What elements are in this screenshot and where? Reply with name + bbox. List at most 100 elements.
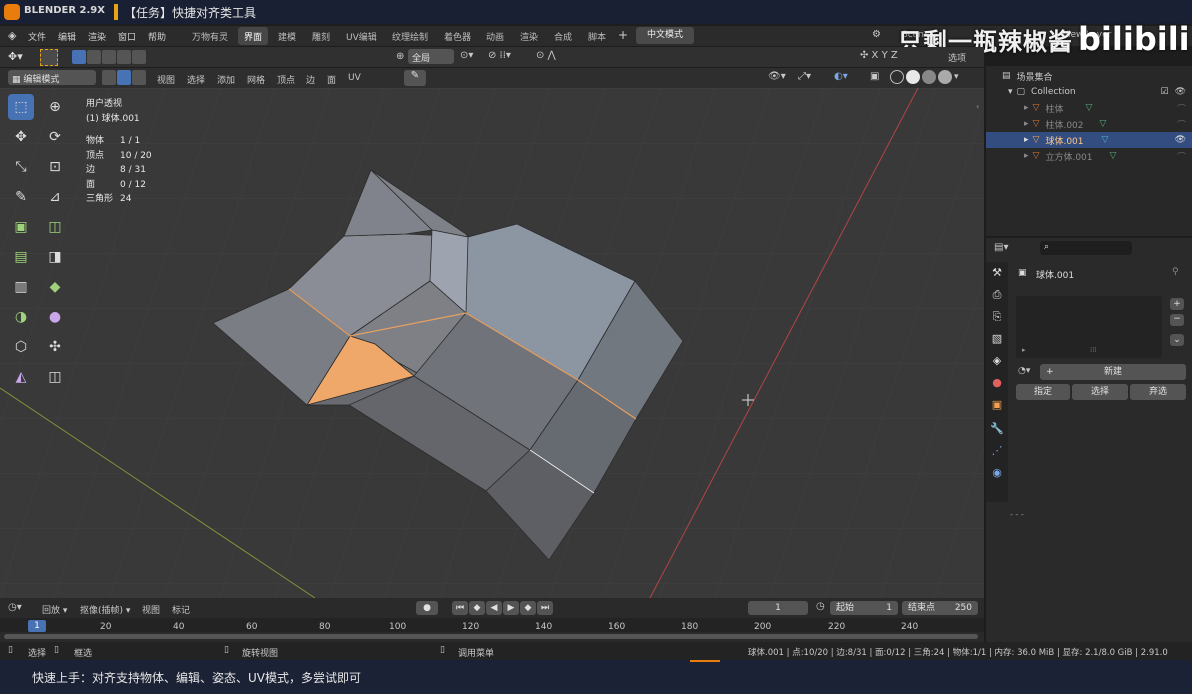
list-expand-icon[interactable]: ▸ (1022, 346, 1026, 354)
expand-icon[interactable]: ▸ (1024, 103, 1029, 113)
slot-menu-button[interactable]: ⌄ (1170, 334, 1184, 346)
object-tab-icon[interactable]: ▣ (986, 394, 1008, 418)
menu-face[interactable]: 面 (327, 73, 336, 86)
tab-workspace-3[interactable]: 雕刻 (306, 27, 336, 45)
play-icon[interactable]: ▶ (503, 601, 519, 615)
start-frame-field[interactable]: 起始 1 (830, 601, 898, 615)
marker-menu[interactable]: 标记 (172, 603, 190, 616)
transform-tool-icon[interactable]: ⊡ (42, 154, 68, 180)
list-resize-handle[interactable]: ⁞⁞⁞ (1090, 346, 1097, 354)
scene-tab-icon[interactable]: ◈ (986, 350, 1008, 372)
expand-icon[interactable]: ▸ (1024, 151, 1029, 161)
vertex-select-icon[interactable] (102, 70, 116, 85)
timeline-editor-icon[interactable]: ◷▾ (8, 602, 22, 613)
options-dropdown[interactable]: 选项 (948, 51, 966, 64)
sidebar-toggle-icon[interactable]: ‹ (976, 102, 979, 111)
shrink-fatten-tool-icon[interactable]: ◭ (8, 364, 34, 390)
remove-slot-button[interactable]: − (1170, 314, 1184, 326)
eye-closed-icon[interactable]: ⌒ (1177, 102, 1186, 115)
tab-workspace-7[interactable]: 动画 (480, 27, 510, 45)
eye-icon[interactable]: 👁 (1175, 87, 1186, 97)
eye-closed-icon[interactable]: ⌒ (1177, 150, 1186, 163)
outliner-item-selected[interactable]: ▸ ▽ 球体.001 ▽ 👁 (986, 132, 1192, 148)
shear-tool-icon[interactable]: ◫ (42, 364, 68, 390)
menu-select[interactable]: 选择 (187, 73, 205, 86)
cursor-tool-icon[interactable]: ⊕ (42, 94, 68, 120)
tab-workspace-1[interactable]: 界面 (238, 27, 269, 45)
edge-select-icon[interactable] (117, 70, 131, 85)
transform-affect-icon[interactable]: ✣ X Y Z (860, 50, 898, 61)
properties-editor-icon[interactable]: ▤▾ (994, 242, 1008, 253)
tab-workspace-9[interactable]: 合成 (548, 27, 578, 45)
orientation-dropdown[interactable]: 全局 (408, 49, 454, 64)
current-frame-field[interactable]: 1 (748, 601, 808, 615)
rendered-shading-icon[interactable] (938, 70, 952, 84)
proportional-edit-icon[interactable]: ⊙ ⋀ (536, 50, 556, 61)
knife-tool-icon[interactable]: ◆ (42, 274, 68, 300)
keying-menu[interactable]: 抠像(插帧) ▾ (80, 603, 130, 616)
menu-view[interactable]: 视图 (157, 73, 175, 86)
physics-tab-icon[interactable]: ◉ (986, 462, 1008, 484)
tab-workspace-5[interactable]: 纹理绘制 (386, 27, 434, 45)
expand-icon[interactable]: ▾ (1008, 87, 1013, 97)
invert-selection-icon[interactable] (117, 50, 131, 64)
editor-type-icon[interactable]: ✥▾ (8, 50, 30, 65)
spin-tool-icon[interactable]: ● (42, 304, 68, 330)
eye-closed-icon[interactable]: ⌒ (1177, 118, 1186, 131)
menu-edge[interactable]: 边 (306, 73, 315, 86)
inset-tool-icon[interactable]: ▤ (8, 244, 34, 270)
jump-start-icon[interactable]: ⏮ (452, 601, 468, 615)
loop-cut-tool-icon[interactable]: ▥ (8, 274, 34, 300)
overlay-icon[interactable]: ◐▾ (834, 71, 848, 82)
menu-mesh[interactable]: 网格 (247, 73, 265, 86)
intersect-selection-icon[interactable] (132, 50, 146, 64)
3d-viewport[interactable]: ⬚ ⊕ ✥ ⟳ ⤡ ⊡ ✎ ⊿ ▣ ◫ ▤ ◨ ▥ ◆ ◑ ● ⬡ ✣ ◭ ◫ … (0, 88, 984, 598)
render-tab-icon[interactable]: ⎙ (986, 284, 1008, 306)
outliner-item[interactable]: ▸ ▽ 立方体.001 ▽ ⌒ (986, 148, 1192, 164)
wireframe-shading-icon[interactable] (890, 70, 904, 84)
scale-tool-icon[interactable]: ⤡ (8, 154, 34, 180)
checkbox-icon[interactable]: ☑ (1160, 87, 1168, 97)
select-box-tool-icon[interactable] (40, 49, 58, 66)
outliner-scene-collection[interactable]: ▤ 场景集合 (986, 68, 1192, 84)
poly-build-tool-icon[interactable]: ◑ (8, 304, 34, 330)
language-mode-button[interactable]: 中文模式 (636, 27, 694, 44)
extrude-tool-icon[interactable]: ◫ (42, 214, 68, 240)
pivot-point-icon[interactable]: ⊙▾ (460, 50, 473, 61)
tab-workspace-10[interactable]: 脚本 (582, 27, 612, 45)
menu-vertex[interactable]: 顶点 (277, 73, 295, 86)
world-tab-icon[interactable]: ● (986, 372, 1008, 394)
menu-window[interactable]: 窗口 (118, 30, 136, 43)
add-slot-button[interactable]: + (1170, 298, 1184, 310)
properties-search-input[interactable]: ⌕ (1040, 241, 1132, 255)
expand-icon[interactable]: ▸ (1024, 119, 1029, 129)
outliner-item[interactable]: ▸ ▽ 柱体 ▽ ⌒ (986, 100, 1192, 116)
material-browse-icon[interactable]: ◔▾ (1018, 366, 1038, 380)
prev-keyframe-icon[interactable]: ◆ (469, 601, 485, 615)
play-reverse-icon[interactable]: ◀ (486, 601, 502, 615)
modifier-tab-icon[interactable]: 🔧 (986, 418, 1008, 440)
pin-icon[interactable]: ⚲ (1172, 267, 1179, 277)
mode-dropdown[interactable]: ▦ 编辑模式 (8, 70, 96, 85)
eye-icon[interactable]: 👁 (1175, 135, 1186, 145)
select-button[interactable]: 选择 (1072, 384, 1128, 400)
end-frame-field[interactable]: 结束点 250 (902, 601, 978, 615)
menu-help[interactable]: 帮助 (148, 30, 166, 43)
face-select-icon[interactable] (132, 70, 146, 85)
timeline-scrollbar[interactable] (4, 634, 978, 639)
menu-add[interactable]: 添加 (217, 73, 235, 86)
xray-icon[interactable]: ▣ (870, 71, 879, 82)
tab-workspace-0[interactable]: 万物有灵 (186, 27, 234, 45)
solid-shading-icon[interactable] (906, 70, 920, 84)
edge-slide-tool-icon[interactable]: ✣ (42, 334, 68, 360)
smooth-tool-icon[interactable]: ⬡ (8, 334, 34, 360)
material-shading-icon[interactable] (922, 70, 936, 84)
eyedropper-icon[interactable]: ✎ (404, 70, 426, 86)
menu-file[interactable]: 文件 (28, 30, 46, 43)
next-keyframe-icon[interactable]: ◆ (520, 601, 536, 615)
playhead[interactable]: 1 (28, 620, 46, 632)
vertex-group-list[interactable] (1016, 296, 1162, 358)
blender-menu-icon[interactable]: ◈ (8, 29, 16, 42)
visibility-icon[interactable]: 👁▾ (768, 71, 786, 82)
particles-tab-icon[interactable]: ⋰ (986, 440, 1008, 462)
